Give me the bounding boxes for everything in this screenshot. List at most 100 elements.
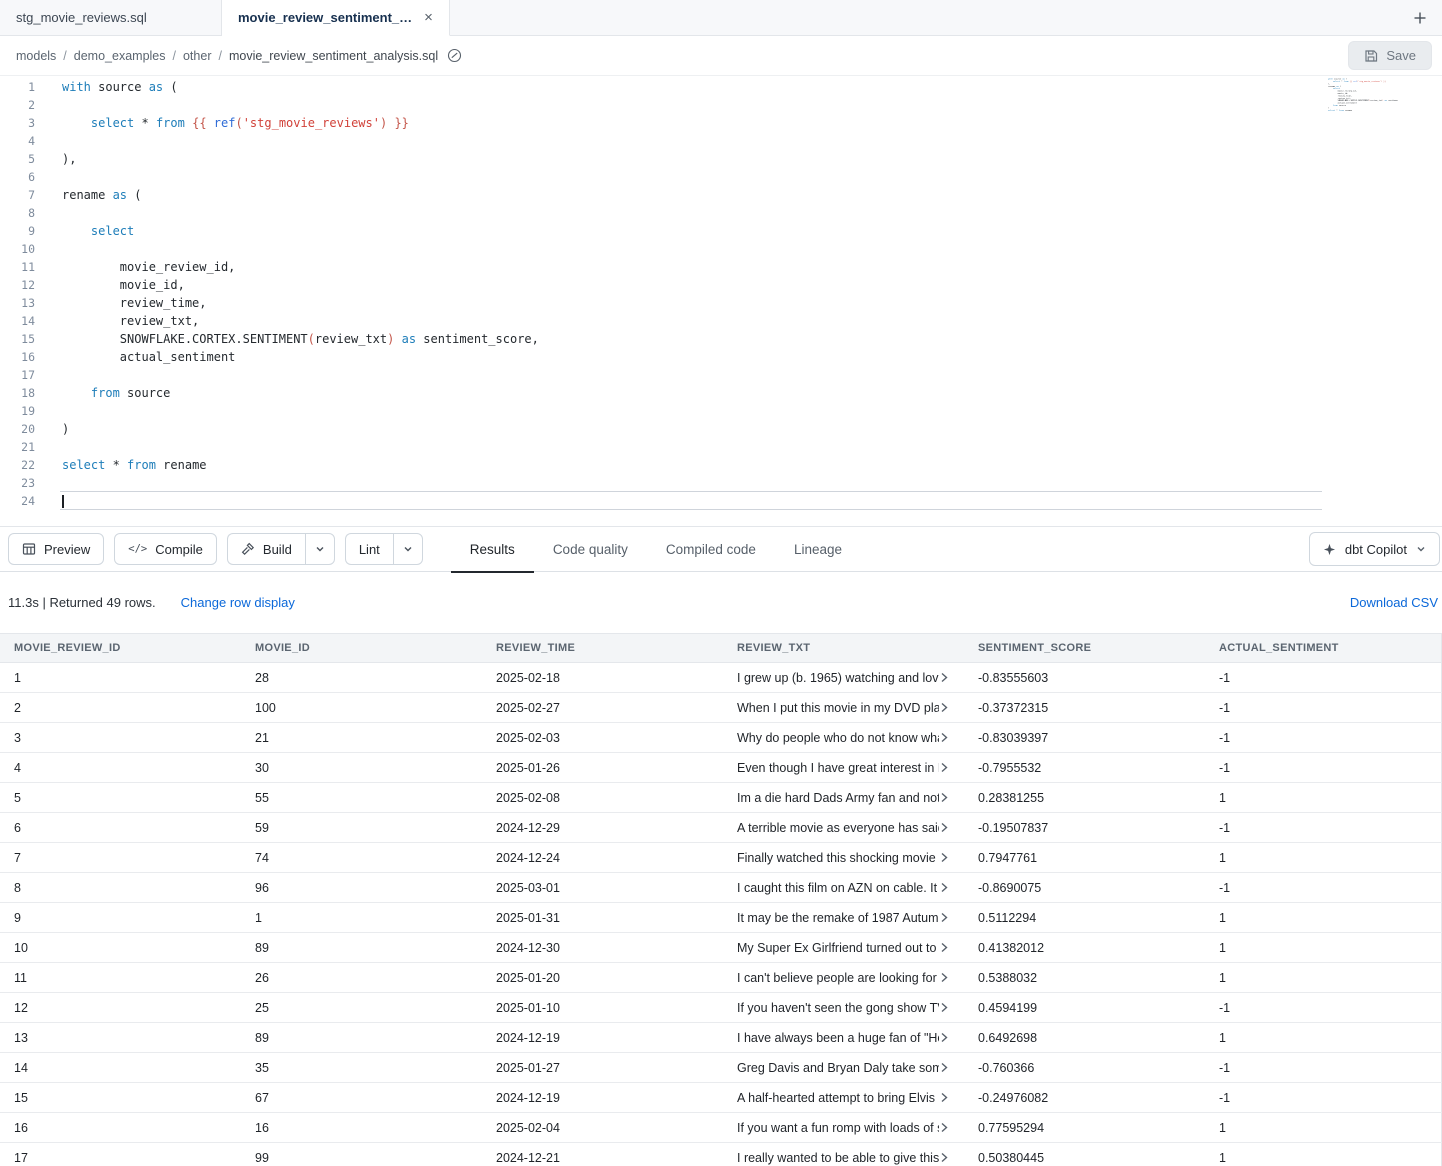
- breadcrumb-separator: /: [173, 49, 176, 63]
- cell-sentiment_score: -0.83039397: [964, 723, 1205, 753]
- preview-button[interactable]: Preview: [8, 533, 104, 565]
- review-text: I caught this film on AZN on cable. It s…: [737, 881, 939, 895]
- cell-movie_id: 74: [241, 843, 482, 873]
- code-line[interactable]: 4: [0, 132, 1442, 150]
- cell-movie_id: 26: [241, 963, 482, 993]
- code-area[interactable]: 1with source as (23 select * from {{ ref…: [0, 78, 1442, 510]
- expand-review-icon[interactable]: [939, 1062, 949, 1073]
- cell-actual_sentiment: -1: [1205, 873, 1442, 903]
- code-line[interactable]: 1with source as (: [0, 78, 1442, 96]
- code-line[interactable]: 8: [0, 204, 1442, 222]
- line-number: 18: [0, 384, 48, 402]
- code-line[interactable]: 18 from source: [0, 384, 1442, 402]
- expand-review-icon[interactable]: [939, 822, 949, 833]
- column-header-review-time: REVIEW_TIME: [482, 634, 723, 663]
- lint-split-button: Lint: [345, 533, 423, 565]
- cell-movie_review_id: 14: [0, 1053, 241, 1083]
- cell-review_time: 2025-02-27: [482, 693, 723, 723]
- breadcrumb-bar: models/demo_examples/other/movie_review_…: [0, 36, 1442, 76]
- results-tab-group: ResultsCode qualityCompiled codeLineage: [451, 526, 861, 572]
- line-number: 19: [0, 402, 48, 420]
- code-line[interactable]: 2: [0, 96, 1442, 114]
- cell-sentiment_score: -0.83555603: [964, 663, 1205, 693]
- code-line[interactable]: 21: [0, 438, 1442, 456]
- code-line[interactable]: 6: [0, 168, 1442, 186]
- expand-review-icon[interactable]: [939, 732, 949, 743]
- expand-review-icon[interactable]: [939, 852, 949, 863]
- table-row: 15672024-12-19A half-hearted attempt to …: [0, 1083, 1442, 1113]
- cell-review_time: 2024-12-19: [482, 1023, 723, 1053]
- code-line[interactable]: 7rename as (: [0, 186, 1442, 204]
- dbt-copilot-button[interactable]: dbt Copilot: [1309, 532, 1440, 566]
- expand-review-icon[interactable]: [939, 972, 949, 983]
- expand-review-icon[interactable]: [939, 672, 949, 683]
- review-text: If you haven't seen the gong show TV s…: [737, 1001, 939, 1015]
- change-row-display-link[interactable]: Change row display: [181, 595, 295, 610]
- download-csv-link[interactable]: Download CSV: [1350, 595, 1438, 610]
- breadcrumb-part[interactable]: other: [183, 49, 212, 63]
- close-tab-icon[interactable]: ×: [424, 10, 433, 25]
- build-button[interactable]: Build: [227, 533, 305, 565]
- results-tab-code-quality[interactable]: Code quality: [534, 526, 647, 572]
- tab-movie-review-sentiment-analysis[interactable]: movie_review_sentiment_… ×: [222, 0, 450, 36]
- column-header-actual-sentiment: ACTUAL_SENTIMENT: [1205, 634, 1442, 663]
- code-line[interactable]: 17: [0, 366, 1442, 384]
- save-button[interactable]: Save: [1348, 41, 1432, 70]
- code-line[interactable]: 16 actual_sentiment: [0, 348, 1442, 366]
- cell-review_txt: Greg Davis and Bryan Daly take some …: [723, 1053, 964, 1083]
- expand-review-icon[interactable]: [939, 1152, 949, 1163]
- code-line[interactable]: 15 SNOWFLAKE.CORTEX.SENTIMENT(review_txt…: [0, 330, 1442, 348]
- code-line[interactable]: 24: [0, 492, 1442, 510]
- build-options-caret[interactable]: [305, 533, 335, 565]
- code-line[interactable]: 5),: [0, 150, 1442, 168]
- code-line[interactable]: 22select * from rename: [0, 456, 1442, 474]
- cell-movie_review_id: 8: [0, 873, 241, 903]
- editor-minimap[interactable]: with source as ( select * from {{ ref('s…: [1328, 78, 1398, 140]
- compile-label: Compile: [155, 542, 203, 557]
- code-line[interactable]: 19: [0, 402, 1442, 420]
- expand-review-icon[interactable]: [939, 792, 949, 803]
- code-line[interactable]: 9 select: [0, 222, 1442, 240]
- expand-review-icon[interactable]: [939, 1092, 949, 1103]
- code-line[interactable]: 3 select * from {{ ref('stg_movie_review…: [0, 114, 1442, 132]
- expand-review-icon[interactable]: [939, 702, 949, 713]
- tab-stg-movie-reviews[interactable]: stg_movie_reviews.sql: [0, 0, 222, 35]
- cell-actual_sentiment: -1: [1205, 753, 1442, 783]
- expand-review-icon[interactable]: [939, 1122, 949, 1133]
- code-line[interactable]: 13 review_time,: [0, 294, 1442, 312]
- review-text: Why do people who do not know what…: [737, 731, 939, 745]
- compile-button[interactable]: </> Compile: [114, 533, 217, 565]
- cell-movie_review_id: 10: [0, 933, 241, 963]
- cell-movie_id: 67: [241, 1083, 482, 1113]
- breadcrumb-part[interactable]: movie_review_sentiment_analysis.sql: [229, 49, 438, 63]
- copy-path-icon[interactable]: [447, 48, 462, 63]
- expand-review-icon[interactable]: [939, 1002, 949, 1013]
- results-tab-results[interactable]: Results: [451, 526, 534, 572]
- code-line[interactable]: 23: [0, 474, 1442, 492]
- expand-review-icon[interactable]: [939, 882, 949, 893]
- cell-actual_sentiment: 1: [1205, 783, 1442, 813]
- lint-button[interactable]: Lint: [345, 533, 393, 565]
- expand-review-icon[interactable]: [939, 762, 949, 773]
- expand-review-icon[interactable]: [939, 1032, 949, 1043]
- results-tab-compiled-code[interactable]: Compiled code: [647, 526, 775, 572]
- table-row: 21002025-02-27When I put this movie in m…: [0, 693, 1442, 723]
- results-tab-lineage[interactable]: Lineage: [775, 526, 861, 572]
- expand-review-icon[interactable]: [939, 912, 949, 923]
- breadcrumb-part[interactable]: models: [16, 49, 56, 63]
- code-line[interactable]: 11 movie_review_id,: [0, 258, 1442, 276]
- review-text: A terrible movie as everyone has said. …: [737, 821, 939, 835]
- lint-options-caret[interactable]: [393, 533, 423, 565]
- table-row: 6592024-12-29A terrible movie as everyon…: [0, 813, 1442, 843]
- breadcrumb-part[interactable]: demo_examples: [74, 49, 166, 63]
- line-number: 4: [0, 132, 48, 150]
- new-tab-button[interactable]: [1398, 0, 1442, 35]
- expand-review-icon[interactable]: [939, 942, 949, 953]
- sql-code-editor[interactable]: 1with source as (23 select * from {{ ref…: [0, 76, 1442, 526]
- code-line[interactable]: 20): [0, 420, 1442, 438]
- code-line[interactable]: 12 movie_id,: [0, 276, 1442, 294]
- code-text: actual_sentiment: [48, 348, 235, 366]
- code-line[interactable]: 14 review_txt,: [0, 312, 1442, 330]
- code-line[interactable]: 10: [0, 240, 1442, 258]
- cell-movie_id: 35: [241, 1053, 482, 1083]
